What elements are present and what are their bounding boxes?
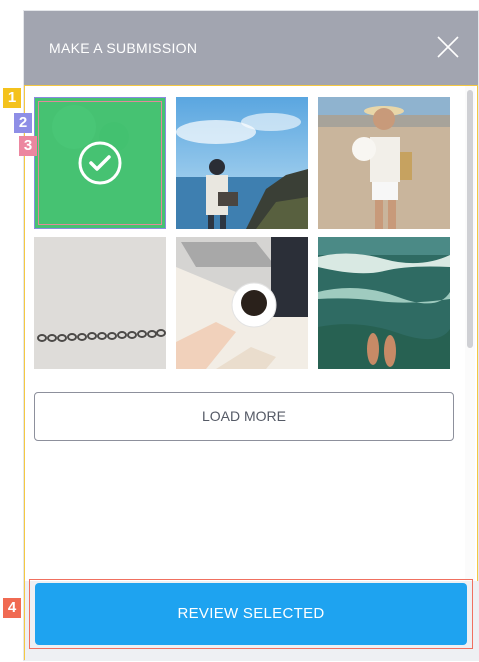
gallery-image[interactable]	[34, 237, 166, 369]
modal-title: MAKE A SUBMISSION	[49, 40, 198, 56]
gallery-image[interactable]	[176, 97, 308, 229]
gallery-image[interactable]	[318, 237, 450, 369]
load-more-button[interactable]: LOAD MORE	[34, 392, 454, 441]
scrollbar-thumb[interactable]	[467, 90, 473, 348]
gallery-panel: LOAD MORE REVIEW SELECTED	[24, 85, 479, 661]
marker-4: 4	[3, 598, 21, 618]
gallery-image[interactable]	[176, 237, 308, 369]
marker-1: 1	[3, 88, 21, 108]
marker-3: 3	[19, 136, 37, 156]
review-selected-button[interactable]: REVIEW SELECTED	[35, 583, 467, 645]
modal-header: MAKE A SUBMISSION	[24, 11, 478, 85]
marker-2: 2	[14, 113, 32, 133]
submission-modal: MAKE A SUBMISSION LOAD MORE REVIEW SELEC…	[24, 11, 479, 661]
close-icon[interactable]	[436, 35, 460, 59]
checkmark-circle-icon	[78, 141, 122, 185]
gallery-image-selected[interactable]	[34, 97, 166, 229]
gallery-image[interactable]	[318, 97, 450, 229]
